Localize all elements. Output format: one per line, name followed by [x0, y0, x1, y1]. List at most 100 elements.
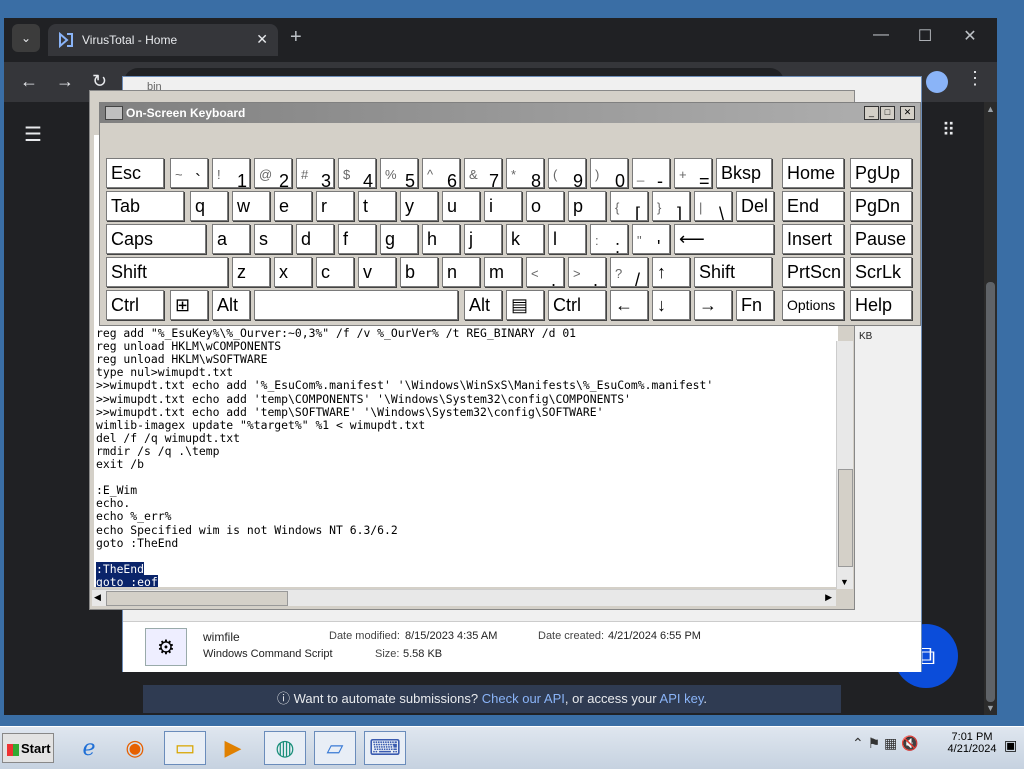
close-window-icon[interactable]: ✕ — [955, 26, 985, 46]
forward-arrow-icon[interactable]: → — [56, 71, 74, 92]
key-r[interactable]: r — [316, 191, 354, 221]
key-options[interactable]: Options — [782, 290, 844, 320]
key-z[interactable]: z — [232, 257, 270, 287]
key-l[interactable]: l — [548, 224, 586, 254]
back-arrow-icon[interactable]: ← — [20, 71, 38, 92]
key--key[interactable]: → — [694, 290, 732, 320]
key-g[interactable]: g — [380, 224, 418, 254]
scroll-down-icon[interactable]: ▼ — [986, 703, 995, 713]
key-o[interactable]: o — [526, 191, 564, 221]
key-symbol[interactable]: ? / — [610, 257, 648, 287]
key-esc[interactable]: Esc — [106, 158, 164, 188]
key-symbol[interactable]: :; — [590, 224, 628, 254]
page-scrollbar[interactable]: ▲ ▼ — [984, 102, 997, 715]
key-symbol[interactable]: " ' — [632, 224, 670, 254]
key-ctrl[interactable]: Ctrl — [548, 290, 606, 320]
browser-tab[interactable]: VirusTotal - Home ✕ — [48, 24, 278, 56]
key-n[interactable]: n — [442, 257, 480, 287]
key-v[interactable]: v — [358, 257, 396, 287]
new-tab-plus-icon[interactable]: + — [290, 26, 302, 49]
check-api-link[interactable]: Check our API — [482, 691, 565, 706]
key-symbol[interactable]: {[ — [610, 191, 648, 221]
maximize-icon[interactable]: ☐ — [910, 26, 940, 46]
apps-grid-icon[interactable]: ⠿ — [942, 120, 955, 141]
media-player-icon[interactable]: ▶ — [212, 731, 254, 765]
ie-icon[interactable]: ℯ — [68, 731, 110, 765]
hamburger-menu-icon[interactable]: ☰ — [24, 122, 42, 147]
osk-taskbar-icon[interactable]: ⌨ — [364, 731, 406, 765]
key-symbol[interactable]: (9 — [548, 158, 586, 188]
chrome-icon[interactable]: ◍ — [264, 731, 306, 765]
osk-close-icon[interactable]: ✕ — [900, 106, 915, 120]
key-symbol[interactable]: ~ ` — [170, 158, 208, 188]
key-symbol[interactable]: ^ 6 — [422, 158, 460, 188]
key-shift[interactable]: Shift — [106, 257, 228, 287]
scroll-down-arrow-icon[interactable]: ▼ — [840, 577, 849, 587]
tab-search-chevron-icon[interactable]: ⌄ — [12, 24, 40, 52]
key-c[interactable]: c — [316, 257, 354, 287]
key-k[interactable]: k — [506, 224, 544, 254]
scroll-right-arrow-icon[interactable]: ▶ — [825, 592, 832, 603]
key-pause[interactable]: Pause — [850, 224, 912, 254]
key-tab[interactable]: Tab — [106, 191, 184, 221]
key-symbol[interactable]: | \ — [694, 191, 732, 221]
notepad-vertical-scrollbar[interactable]: ▼ — [836, 341, 853, 589]
key--key[interactable]: ↑ — [652, 257, 690, 287]
key-ctrl[interactable]: Ctrl — [106, 290, 164, 320]
key-symbol[interactable]: ! 1 — [212, 158, 250, 188]
tab-close-icon[interactable]: ✕ — [256, 31, 268, 48]
key-q[interactable]: q — [190, 191, 228, 221]
system-tray-icons[interactable]: ⌃ ⚑ ▦ 🔇 — [852, 735, 919, 752]
key-symbol[interactable]: & 7 — [464, 158, 502, 188]
key-symbol[interactable]: #3 — [296, 158, 334, 188]
horizontal-scroll-thumb[interactable] — [106, 591, 288, 606]
key-i[interactable]: i — [484, 191, 522, 221]
key-scrlk[interactable]: ScrLk — [850, 257, 912, 287]
api-key-link[interactable]: API key — [660, 691, 704, 706]
reload-icon[interactable]: ↻ — [92, 71, 107, 92]
key-x[interactable]: x — [274, 257, 312, 287]
explorer-icon[interactable]: ▭ — [164, 731, 206, 765]
minimize-icon[interactable]: — — [866, 26, 896, 44]
show-desktop-icon[interactable]: ▣ — [1004, 737, 1017, 754]
notepad-icon[interactable]: ▱ — [314, 731, 356, 765]
key--key[interactable]: ▤ — [506, 290, 544, 320]
vertical-scroll-thumb[interactable] — [838, 469, 853, 567]
key-p[interactable]: p — [568, 191, 606, 221]
key-m[interactable]: m — [484, 257, 522, 287]
key-prtscn[interactable]: PrtScn — [782, 257, 844, 287]
key-insert[interactable]: Insert — [782, 224, 844, 254]
profile-avatar-icon[interactable] — [926, 71, 948, 93]
key--key[interactable]: ↓ — [652, 290, 690, 320]
key-symbol[interactable]: % 5 — [380, 158, 418, 188]
key-symbol[interactable]: ) 0 — [590, 158, 628, 188]
key-d[interactable]: d — [296, 224, 334, 254]
clock[interactable]: 7:01 PM 4/21/2024 — [944, 731, 1000, 755]
key-symbol[interactable]: }] — [652, 191, 690, 221]
key-h[interactable]: h — [422, 224, 460, 254]
key--key[interactable]: ⊞ — [170, 290, 208, 320]
key-alt[interactable]: Alt — [464, 290, 502, 320]
osk-maximize-icon[interactable]: □ — [880, 106, 895, 120]
scroll-left-arrow-icon[interactable]: ◀ — [94, 592, 101, 603]
scroll-thumb[interactable] — [986, 282, 995, 702]
key-w[interactable]: w — [232, 191, 270, 221]
key-a[interactable]: a — [212, 224, 250, 254]
key-s[interactable]: s — [254, 224, 292, 254]
key--key[interactable]: ⟵ — [674, 224, 774, 254]
more-menu-icon[interactable]: ⋮ — [966, 68, 984, 89]
key-u[interactable]: u — [442, 191, 480, 221]
key-del[interactable]: Del — [736, 191, 774, 221]
key-alt[interactable]: Alt — [212, 290, 250, 320]
key-symbol[interactable]: <, — [526, 257, 564, 287]
key-symbol[interactable]: >. — [568, 257, 606, 287]
osk-titlebar[interactable]: On-Screen Keyboard _ □ ✕ — [100, 103, 920, 123]
key-home[interactable]: Home — [782, 158, 844, 188]
key-j[interactable]: j — [464, 224, 502, 254]
notepad-horizontal-scrollbar[interactable]: ◀ ▶ — [92, 589, 836, 606]
key-space[interactable] — [254, 290, 458, 320]
key-f[interactable]: f — [338, 224, 376, 254]
key-bksp[interactable]: Bksp — [716, 158, 772, 188]
key-end[interactable]: End — [782, 191, 844, 221]
key-y[interactable]: y — [400, 191, 438, 221]
